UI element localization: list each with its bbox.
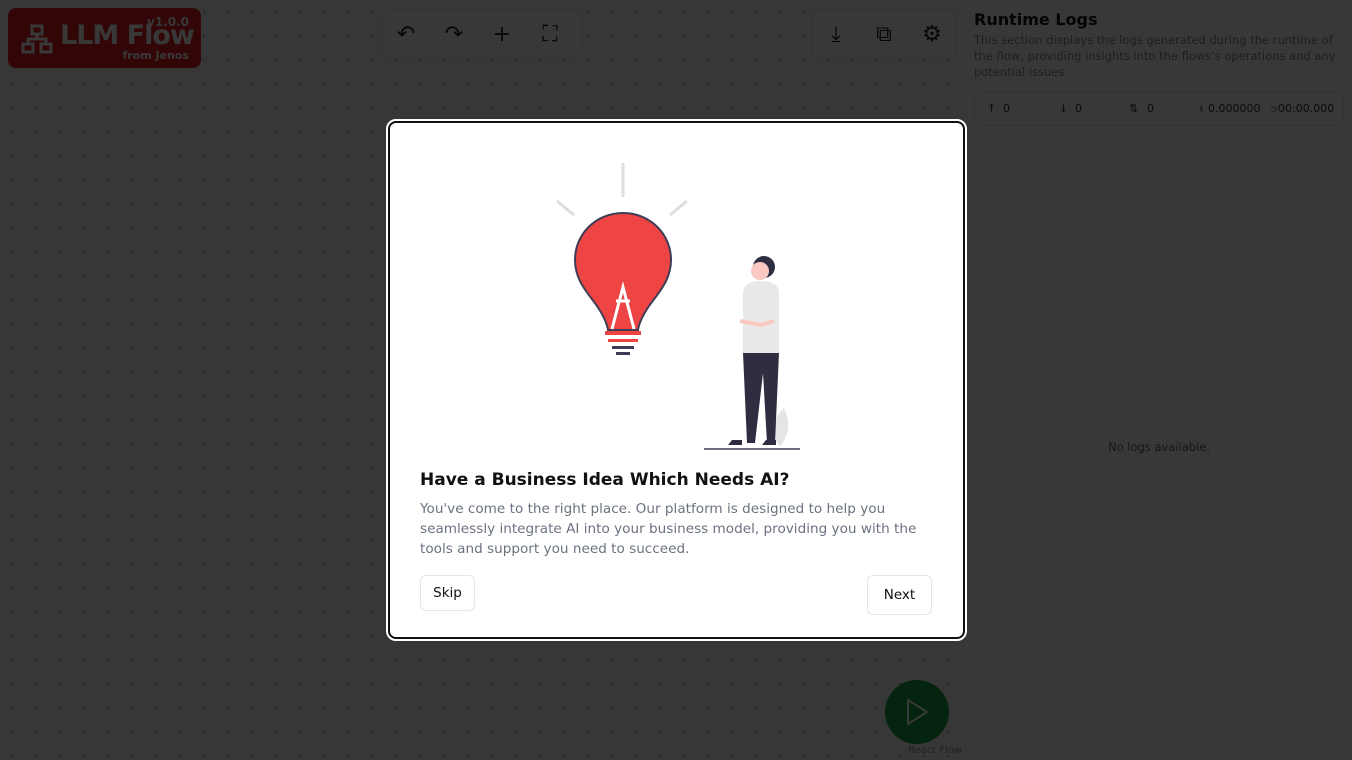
fullscreen-button[interactable]: ⛶ <box>526 11 574 57</box>
arrows-updown-icon: ⇅ <box>1129 102 1139 115</box>
modal-title: Have a Business Idea Which Needs AI? <box>420 470 790 490</box>
onboarding-modal: Have a Business Idea Which Needs AI? You… <box>386 119 967 641</box>
sitemap-icon <box>21 24 53 54</box>
logs-stats: ↑ 0 ↓ 0 ⇅ 0 $0.000000 ◷ 00:00.000 <box>974 92 1344 126</box>
run-flow-button[interactable] <box>885 680 949 744</box>
tokens-total: 0 <box>1147 102 1154 115</box>
settings-icon: ⚙ <box>922 21 942 47</box>
arrow-down-icon: ↓ <box>1059 102 1069 115</box>
arrow-up-icon: ↑ <box>987 102 997 115</box>
app-version: v1.0.0 <box>147 15 189 29</box>
app-subtitle: from Jenos <box>122 49 189 62</box>
fullscreen-icon: ⛶ <box>542 21 558 47</box>
react-flow-attribution[interactable]: React Flow <box>908 745 962 756</box>
logs-description: This section displays the logs generated… <box>974 33 1336 79</box>
dollar-icon: $ <box>1199 105 1204 113</box>
download-button[interactable]: ⤓ <box>812 11 860 57</box>
duration-value: 00:00.000 <box>1278 102 1335 115</box>
tokens-down: 0 <box>1075 102 1082 115</box>
canvas-toolbar: ↶ ↷ + ⛶ <box>381 10 582 58</box>
app-logo: LLM Flow v1.0.0 from Jenos <box>8 8 201 68</box>
plus-icon: + <box>492 21 512 47</box>
empty-logs-message: No logs available. <box>1107 440 1211 454</box>
tokens-up: 0 <box>1003 102 1010 115</box>
download-icon: ⤓ <box>831 21 841 47</box>
idea-illustration <box>556 163 800 450</box>
external-link-icon: ⧉ <box>876 21 892 47</box>
modal-body: You've come to the right place. Our plat… <box>420 501 917 557</box>
redo-icon: ↷ <box>444 21 464 47</box>
redo-button[interactable]: ↷ <box>430 11 478 57</box>
share-button[interactable]: ⧉ <box>860 11 908 57</box>
runtime-logs-panel: Runtime Logs This section displays the l… <box>966 0 1352 760</box>
play-icon <box>907 698 929 726</box>
settings-button[interactable]: ⚙ <box>908 11 956 57</box>
actions-toolbar: ⤓ ⧉ ⚙ <box>811 10 957 58</box>
clock-icon: ◷ <box>1271 105 1278 113</box>
undo-icon: ↶ <box>396 21 416 47</box>
add-node-button[interactable]: + <box>478 11 526 57</box>
next-button[interactable]: Next <box>867 575 932 615</box>
logs-title: Runtime Logs <box>974 10 1098 29</box>
undo-button[interactable]: ↶ <box>382 11 430 57</box>
skip-button[interactable]: Skip <box>420 575 475 611</box>
cost-value: 0.000000 <box>1208 102 1261 115</box>
